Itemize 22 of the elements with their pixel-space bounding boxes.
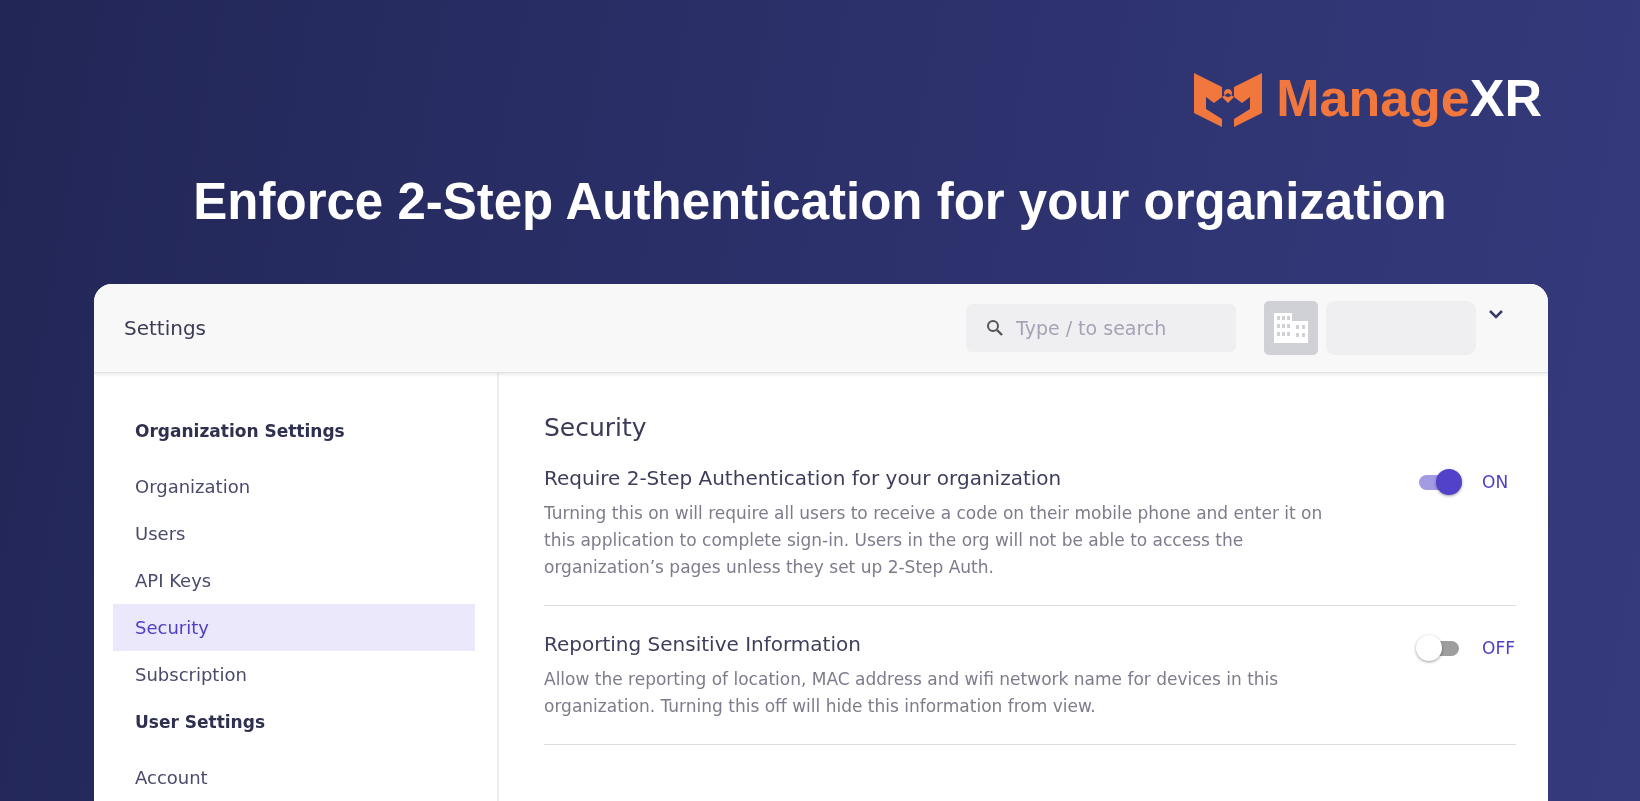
sidebar-item[interactable]: Subscription [113,651,475,698]
search-icon [986,319,1004,337]
sidebar-item[interactable]: Organization [113,463,475,510]
sidebar-item[interactable]: API Keys [113,557,475,604]
toggle-state-label: ON [1482,472,1510,492]
setting-title: Require 2-Step Authentication for your organization [544,466,1063,490]
chevron-down-icon[interactable] [1488,309,1504,319]
headline: Enforce 2-Step Authentication for your organization [192,172,1448,232]
sidebar-item[interactable]: Account [113,754,475,801]
sidebar-heading: Organization Settings [134,420,346,443]
setting-description: Allow the reporting of location, MAC address and wifi network name for devices in this organization. Turning this off will hide this information from view. [544,668,1280,718]
building-icon[interactable] [1264,301,1318,355]
sidebar-item[interactable]: Users [113,510,475,557]
sidebar-item[interactable]: Security [113,604,475,651]
page-title: Security [544,413,648,442]
sidebar-heading: User Settings [134,711,266,734]
window-title: Settings [124,316,208,340]
search-field[interactable]: Type / to search [966,304,1236,352]
logo-wordmark: ManageXR [1276,68,1542,128]
setting-description: Turning this on will require all users to receive a code on their mobile phone and enter it on this application to complete sign-in. Users in the org will not be able to access the organization’s pages unless they set up 2-Step Auth. [544,502,1324,579]
toggle-state-label: OFF [1482,638,1516,658]
setting-title: Reporting Sensitive Information [544,632,862,656]
